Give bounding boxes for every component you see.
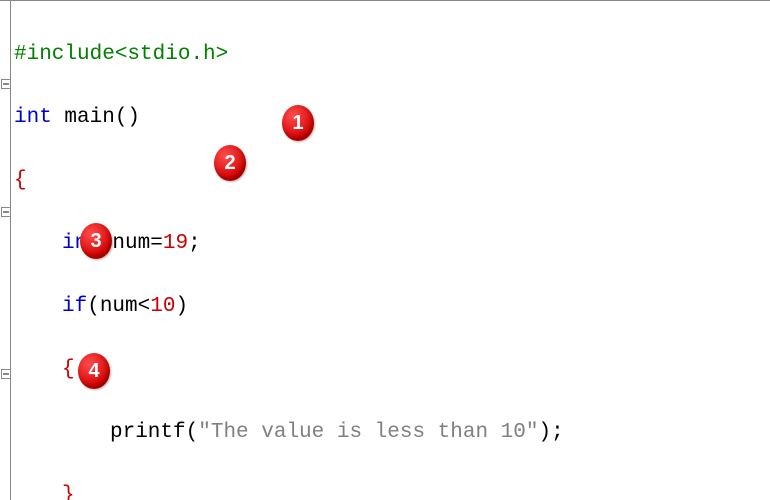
gutter [0,1,11,500]
op-eq: = [150,232,163,255]
ident-main: main [52,106,115,129]
annotation-badge-2: 2 [214,145,246,181]
annotation-badge-1: 1 [282,105,314,141]
ident-printf: printf [110,421,186,444]
code-line: #include<stdio.h> [14,39,770,71]
code-line: if(num<10) [14,291,770,323]
paren: ) [539,421,552,444]
preproc-header: <stdio.h> [115,43,228,66]
op-lt: < [138,295,151,318]
code-line: { [14,165,770,197]
string-literal: "The value is less than 10" [198,421,538,444]
keyword-if: if [62,295,87,318]
semicolon: ; [551,421,564,444]
preproc-include: #include [14,43,115,66]
code-line: int num=19; [14,228,770,260]
number-literal: 10 [150,295,175,318]
brace-close: } [62,484,75,500]
code-line: { [14,354,770,386]
code-line: } [14,480,770,500]
parens: () [115,106,140,129]
code-block: #include<stdio.h> int main() { int num=1… [14,7,770,500]
fold-marker[interactable] [1,207,11,217]
code-line: printf("The value is less than 10"); [14,417,770,449]
paren: ( [87,295,100,318]
keyword-int: int [14,106,52,129]
code-editor: 1 2 3 4 #include<stdio.h> int main() { i… [0,0,770,500]
annotation-badge-3: 3 [80,223,112,259]
number-literal: 19 [163,232,188,255]
code-line: int main() [14,102,770,134]
brace-open: { [62,358,75,381]
fold-marker[interactable] [1,79,11,89]
brace-open: { [14,169,27,192]
annotation-badge-4: 4 [78,353,110,389]
semicolon: ; [188,232,201,255]
paren: ) [175,295,188,318]
paren: ( [186,421,199,444]
ident-num: num [100,295,138,318]
fold-marker[interactable] [1,369,11,379]
